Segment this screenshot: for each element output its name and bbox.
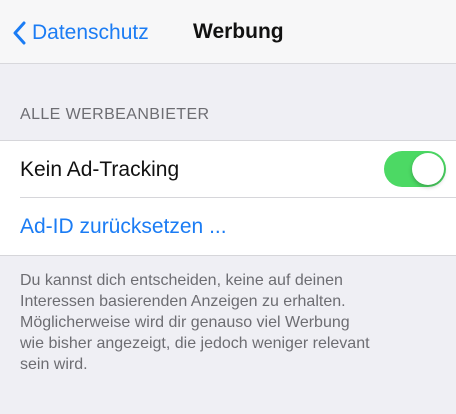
ad-tracking-toggle[interactable]: [384, 151, 446, 187]
footer-description: Du kannst dich entscheiden, keine auf de…: [20, 270, 450, 375]
back-button-label: Datenschutz: [32, 21, 149, 44]
footer-line: Du kannst dich entscheiden, keine auf de…: [20, 272, 343, 289]
section-header: ALLE WERBEANBIETER: [20, 106, 210, 123]
back-button[interactable]: Datenschutz: [12, 16, 149, 50]
settings-group: Kein Ad-Tracking Ad-ID zurücksetzen ...: [0, 140, 456, 256]
footer-line: Interessen basierenden Anzeigen zu erhal…: [20, 293, 346, 310]
ad-tracking-label: Kein Ad-Tracking: [20, 157, 180, 181]
footer-line: wie bisher angezeigt, die jedoch weniger…: [20, 335, 370, 352]
footer-line: sein wird.: [20, 356, 88, 373]
chevron-left-icon: [12, 21, 26, 45]
ad-tracking-row: Kein Ad-Tracking: [0, 141, 456, 198]
navigation-bar: Datenschutz Werbung: [0, 0, 456, 64]
page-title: Werbung: [193, 20, 284, 43]
reset-ad-id-button[interactable]: Ad-ID zurücksetzen ...: [20, 215, 227, 239]
footer-line: Möglicherweise wird dir genauso viel Wer…: [20, 314, 350, 331]
toggle-knob: [412, 153, 444, 185]
reset-ad-id-row[interactable]: Ad-ID zurücksetzen ...: [0, 198, 456, 255]
